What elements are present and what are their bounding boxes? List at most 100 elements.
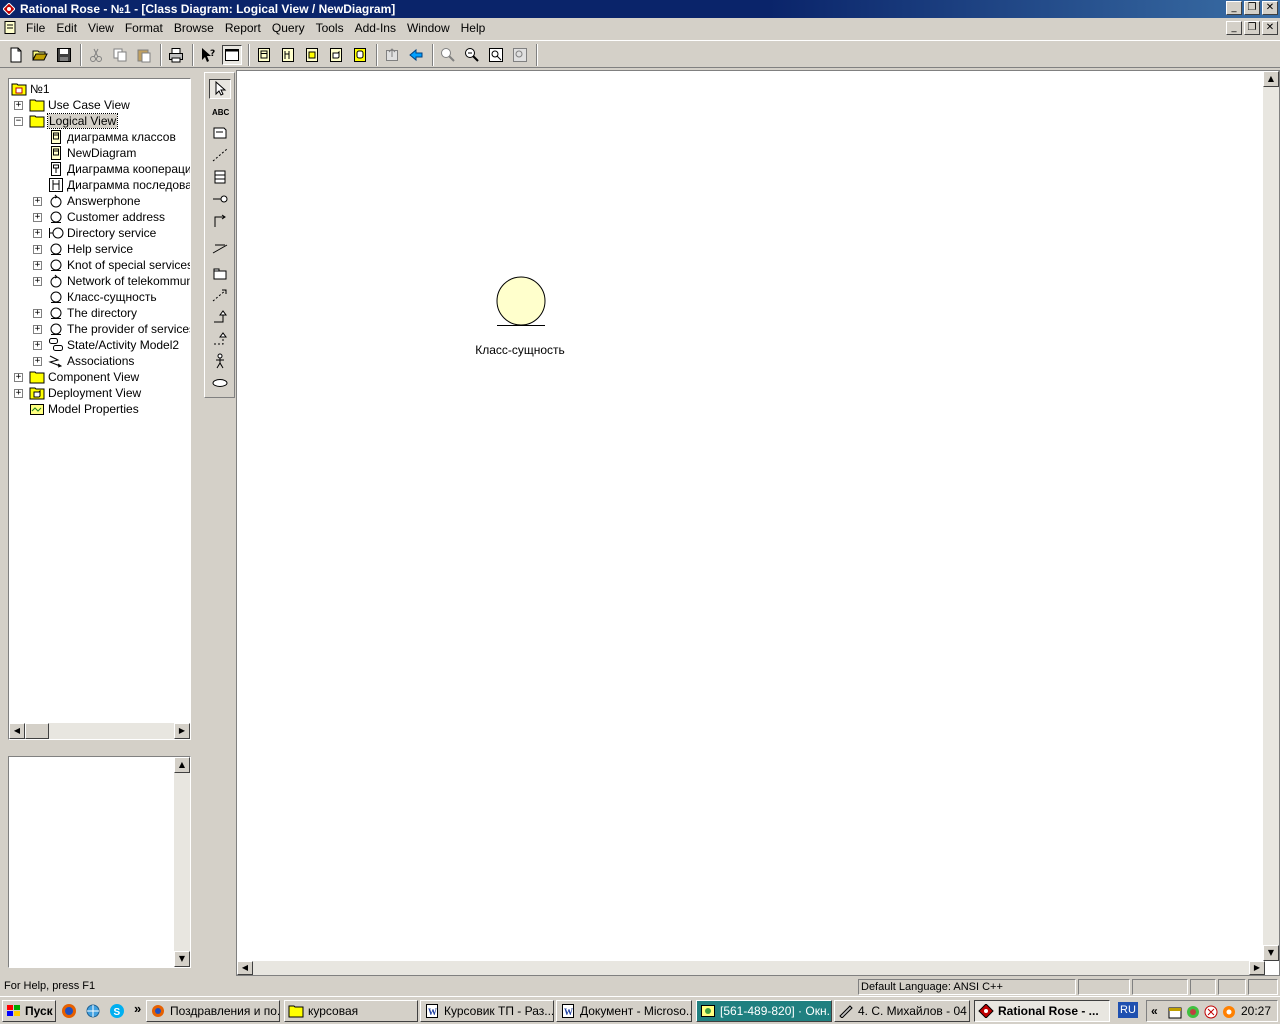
language-indicator[interactable]: RU: [1118, 1002, 1138, 1018]
menu-help[interactable]: Help: [461, 21, 486, 35]
undo-fit-icon[interactable]: [510, 45, 530, 65]
tree-expander[interactable]: +: [33, 309, 42, 318]
browse-state-diagram-icon[interactable]: [350, 45, 370, 65]
mdi-minimize-button[interactable]: _: [1226, 21, 1242, 35]
tree-item[interactable]: Класс-сущность: [48, 289, 157, 305]
start-button[interactable]: Пуск: [2, 1000, 56, 1022]
diagram-canvas[interactable]: Класс-сущность ▲ ▼ ◀ ▶: [236, 70, 1280, 976]
documentation-pane[interactable]: ▲ ▼: [8, 756, 191, 968]
scroll-left-button[interactable]: ◀: [9, 723, 25, 739]
tree-expander[interactable]: +: [33, 261, 42, 270]
unidirectional-association-tool-icon[interactable]: [209, 211, 231, 231]
mdi-restore-button[interactable]: ❐: [1244, 21, 1260, 35]
menu-add-ins[interactable]: Add-Ins: [355, 21, 396, 35]
scroll-thumb[interactable]: [25, 723, 49, 739]
taskbar-task[interactable]: курсовая: [284, 1000, 418, 1022]
tree-expander[interactable]: +: [33, 245, 42, 254]
selection-tool-icon[interactable]: [209, 79, 231, 99]
menu-edit[interactable]: Edit: [56, 21, 77, 35]
fit-in-window-icon[interactable]: [486, 45, 506, 65]
document-icon[interactable]: [4, 21, 17, 34]
tree-item[interactable]: Help service: [48, 241, 133, 257]
taskbar-task[interactable]: Rational Rose - ...: [974, 1000, 1110, 1022]
scroll-right-button[interactable]: ▶: [1249, 961, 1265, 975]
tree-item[interactable]: Network of telekommunic: [48, 273, 190, 289]
tree-expander[interactable]: +: [14, 389, 23, 398]
tree-item[interactable]: Deployment View: [29, 385, 141, 401]
anchor-note-tool-icon[interactable]: [209, 145, 231, 165]
tree-item[interactable]: Model Properties: [29, 401, 139, 417]
tree-item[interactable]: Answerphone: [48, 193, 140, 209]
tray-network-icon[interactable]: [1185, 1004, 1201, 1020]
taskbar-task[interactable]: W Документ - Microso...: [556, 1000, 692, 1022]
print-icon[interactable]: [166, 45, 186, 65]
scroll-down-button[interactable]: ▼: [174, 951, 190, 967]
scroll-up-button[interactable]: ▲: [174, 757, 190, 773]
menu-view[interactable]: View: [88, 21, 114, 35]
tree-item[interactable]: Associations: [48, 353, 134, 369]
taskbar-task[interactable]: [561-489-820] · Окн...: [696, 1000, 832, 1022]
dependency-tool-icon[interactable]: [209, 285, 231, 305]
canvas-horizontal-scrollbar[interactable]: ◀ ▶: [237, 961, 1265, 975]
cut-icon[interactable]: [86, 45, 106, 65]
tree-item[interactable]: диаграмма классов: [48, 129, 176, 145]
generalization-tool-icon[interactable]: [209, 307, 231, 327]
open-icon[interactable]: [30, 45, 50, 65]
tree-item[interactable]: The provider of services c: [48, 321, 190, 337]
tree-item[interactable]: The directory: [48, 305, 137, 321]
taskbar-task[interactable]: W Курсовик ТП - Раз...: [420, 1000, 554, 1022]
tree-expander[interactable]: +: [14, 101, 23, 110]
tree-expander[interactable]: +: [33, 325, 42, 334]
menu-report[interactable]: Report: [225, 21, 261, 35]
menu-format[interactable]: Format: [125, 21, 163, 35]
menu-file[interactable]: File: [26, 21, 45, 35]
canvas-vertical-scrollbar[interactable]: ▲ ▼: [1263, 71, 1279, 961]
tree-item[interactable]: Directory service: [48, 225, 156, 241]
taskbar-task[interactable]: Поздравления и по...: [146, 1000, 280, 1022]
browse-component-diagram-icon[interactable]: [302, 45, 322, 65]
browse-previous-icon[interactable]: [406, 45, 426, 65]
menu-query[interactable]: Query: [272, 21, 305, 35]
restore-button[interactable]: ❐: [1244, 1, 1260, 15]
tree-item[interactable]: Диаграмма коопераци: [48, 161, 190, 177]
skype-icon[interactable]: S: [108, 1002, 126, 1020]
taskbar-task[interactable]: 4. С. Михайлов - 04 ...: [834, 1000, 970, 1022]
zoom-in-icon[interactable]: [438, 45, 458, 65]
tree-item[interactable]: Диаграмма последоват: [48, 177, 190, 193]
tree-item[interactable]: NewDiagram: [48, 145, 136, 161]
tree-expander[interactable]: +: [33, 229, 42, 238]
tray-expand-arrow[interactable]: «: [1151, 1004, 1158, 1018]
tray-calendar-icon[interactable]: [1167, 1004, 1183, 1020]
association-class-tool-icon[interactable]: [209, 239, 231, 259]
menu-browse[interactable]: Browse: [174, 21, 214, 35]
menu-window[interactable]: Window: [407, 21, 450, 35]
clock[interactable]: 20:27: [1241, 1004, 1271, 1018]
minimize-button[interactable]: _: [1226, 1, 1242, 15]
scroll-up-button[interactable]: ▲: [1263, 71, 1279, 87]
tree-expander[interactable]: +: [33, 357, 42, 366]
paste-icon[interactable]: [134, 45, 154, 65]
view-documentation-icon[interactable]: [222, 45, 242, 65]
tree-expander[interactable]: −: [14, 117, 23, 126]
scroll-down-button[interactable]: ▼: [1263, 945, 1279, 961]
scroll-left-button[interactable]: ◀: [237, 961, 253, 975]
tree-item[interactable]: Customer address: [48, 209, 165, 225]
tree-item[interactable]: State/Activity Model2: [48, 337, 179, 353]
mdi-close-button[interactable]: ✕: [1262, 21, 1278, 35]
browse-parent-icon[interactable]: [382, 45, 402, 65]
menu-tools[interactable]: Tools: [316, 21, 344, 35]
tray-antivirus-icon[interactable]: [1203, 1004, 1219, 1020]
tree-horizontal-scrollbar[interactable]: ◀ ▶: [9, 723, 190, 739]
entity-class-icon[interactable]: [493, 275, 549, 327]
class-tool-icon[interactable]: [209, 167, 231, 187]
text-box-tool-icon[interactable]: ABC: [209, 101, 231, 121]
close-button[interactable]: ✕: [1262, 1, 1278, 15]
tree-expander[interactable]: +: [33, 277, 42, 286]
tree-expander[interactable]: +: [14, 373, 23, 382]
tree-item[interactable]: Knot of special services: [48, 257, 190, 273]
browser-tree-pane[interactable]: №1 + Use Case View − Logical View диаграмма …: [8, 78, 191, 740]
browse-deployment-diagram-icon[interactable]: [326, 45, 346, 65]
use-case-tool-icon[interactable]: [209, 373, 231, 393]
tree-expander[interactable]: +: [33, 341, 42, 350]
realize-tool-icon[interactable]: [209, 329, 231, 349]
